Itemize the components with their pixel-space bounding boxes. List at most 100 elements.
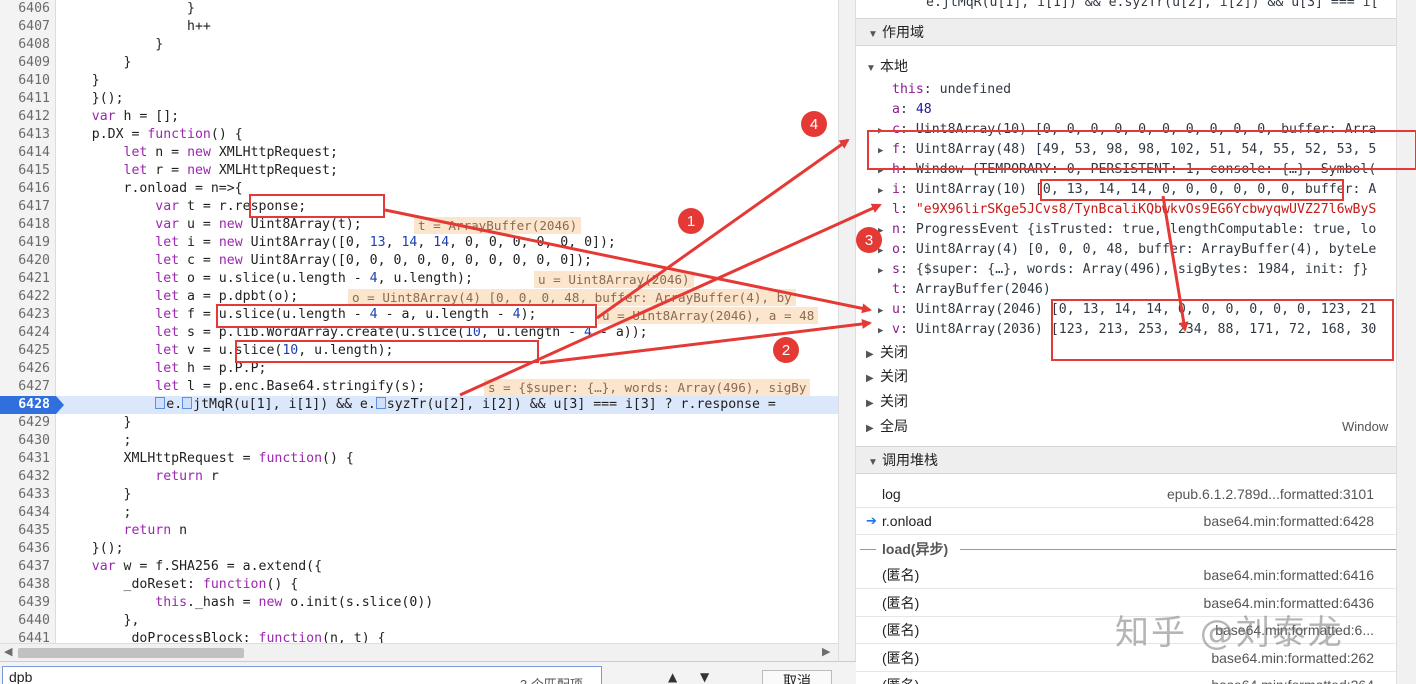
code-line[interactable]: 6417 var t = r.response; (0, 198, 838, 216)
code-line[interactable]: 6422 let a = p.dpbt(o); o = Uint8Array(4)… (0, 288, 838, 306)
code-line[interactable]: 6426 let h = p.P.P; (0, 360, 838, 378)
expand-icon[interactable]: ▶ (878, 141, 892, 160)
scope-property-this[interactable]: this: undefined (856, 80, 1396, 100)
code-line[interactable]: 6425 let v = u.slice(10, u.length); (0, 342, 838, 360)
line-number[interactable]: 6429 (0, 414, 50, 432)
expand-icon[interactable]: ▶ (878, 121, 892, 140)
scope-property-i[interactable]: ▶ i: Uint8Array(10) [0, 13, 14, 14, 0, 0,… (856, 180, 1396, 200)
editor-vertical-scrollbar[interactable] (838, 0, 856, 661)
line-number[interactable]: 6439 (0, 594, 50, 612)
code-line[interactable]: 6423 let f = u.slice(u.length - 4 - a, u… (0, 306, 838, 324)
line-number[interactable]: 6440 (0, 612, 50, 630)
code-line[interactable]: 6412 var h = []; (0, 108, 838, 126)
scope-property-n[interactable]: ▶ n: ProgressEvent {isTrusted: true, leng… (856, 220, 1396, 240)
cancel-button[interactable]: 取消 (762, 670, 832, 684)
code-line[interactable]: 6430 ; (0, 432, 838, 450)
line-number[interactable]: 6419 (0, 234, 50, 252)
code-line[interactable]: 6411 }(); (0, 90, 838, 108)
horizontal-scrollbar[interactable]: ◀ ▶ (0, 643, 838, 661)
line-number[interactable]: 6413 (0, 126, 50, 144)
line-number[interactable]: 6412 (0, 108, 50, 126)
line-number[interactable]: 6415 (0, 162, 50, 180)
scope-property-f[interactable]: ▶ f: Uint8Array(48) [49, 53, 98, 98, 102,… (856, 140, 1396, 160)
scope-property-s[interactable]: ▶ s: {$super: {…}, words: Array(496), sig… (856, 260, 1396, 280)
code-line[interactable]: 6427 let l = p.enc.Base64.stringify(s); s… (0, 378, 838, 396)
code-line[interactable]: 6439 this._hash = new o.init(s.slice(0)) (0, 594, 838, 612)
line-number[interactable]: 6428 (0, 396, 64, 414)
callstack-section-header[interactable]: ▼ 调用堆栈 (856, 446, 1396, 474)
line-number[interactable]: 6423 (0, 306, 50, 324)
line-number[interactable]: 6421 (0, 270, 50, 288)
line-number[interactable]: 6434 (0, 504, 50, 522)
expand-icon[interactable]: ▶ (878, 181, 892, 200)
line-number[interactable]: 6408 (0, 36, 50, 54)
line-number[interactable]: 6407 (0, 18, 50, 36)
scope-property-v[interactable]: ▶ v: Uint8Array(2036) [123, 213, 253, 234… (856, 320, 1396, 340)
scope-property-o[interactable]: ▶ o: Uint8Array(4) [0, 0, 0, 48, buffer: … (856, 240, 1396, 260)
code-line[interactable]: 6406 } (0, 0, 838, 18)
line-number[interactable]: 6436 (0, 540, 50, 558)
expand-icon[interactable]: ▶ (878, 321, 892, 340)
code-line[interactable]: 6438 _doReset: function() { (0, 576, 838, 594)
code-line[interactable]: 6440 }, (0, 612, 838, 630)
code-line[interactable]: 6415 let r = new XMLHttpRequest; (0, 162, 838, 180)
scope-global[interactable]: ▶ 全局 (856, 414, 1396, 438)
code-line[interactable]: 6432 return r (0, 468, 838, 486)
code-line[interactable]: 6436 }(); (0, 540, 838, 558)
line-number[interactable]: 6431 (0, 450, 50, 468)
scope-local[interactable]: ▼ 本地 (856, 54, 1396, 78)
code-line[interactable]: 6434 ; (0, 504, 838, 522)
line-number[interactable]: 6433 (0, 486, 50, 504)
call-stack-frame[interactable]: ➔ r.onload base64.min:formatted:6428 (856, 508, 1396, 535)
line-number[interactable]: 6438 (0, 576, 50, 594)
code-line[interactable]: 6420 let c = new Uint8Array([0, 0, 0, 0,… (0, 252, 838, 270)
search-input[interactable] (2, 666, 602, 684)
scope-closure-1[interactable]: ▶ 关闭 (856, 340, 1396, 364)
sidebar-scrollbar[interactable] (1396, 0, 1416, 684)
scope-property-l[interactable]: l: "e9X96lirSKge5JCvs8/TynBcaliKQbwkvOs9… (856, 200, 1396, 220)
inline-breakpoint-icon[interactable] (375, 397, 386, 409)
frame-location-link[interactable]: base64.min:formatted:264 (1211, 672, 1374, 684)
search-prev-icon[interactable]: ▲ (668, 670, 677, 684)
scope-property-c[interactable]: ▶ c: Uint8Array(10) [0, 0, 0, 0, 0, 0, 0,… (856, 120, 1396, 140)
scroll-left-icon[interactable]: ◀ (4, 645, 12, 658)
code-line[interactable]: 6407 h++ (0, 18, 838, 36)
code-line[interactable]: 6431 XMLHttpRequest = function() { (0, 450, 838, 468)
line-number[interactable]: 6425 (0, 342, 50, 360)
frame-location-link[interactable]: epub.6.1.2.789d...formatted:3101 (1167, 481, 1374, 508)
line-number[interactable]: 6410 (0, 72, 50, 90)
search-next-icon[interactable]: ▼ (700, 670, 709, 684)
scope-closure-3[interactable]: ▶ 关闭 (856, 389, 1396, 413)
scope-property-h[interactable]: ▶ h: Window {TEMPORARY: 0, PERSISTENT: 1,… (856, 160, 1396, 180)
scope-property-a[interactable]: a: 48 (856, 100, 1396, 120)
line-number[interactable]: 6409 (0, 54, 50, 72)
frame-location-link[interactable]: base64.min:formatted:6416 (1204, 562, 1374, 589)
line-number[interactable]: 6441 (0, 630, 50, 643)
scrollbar-thumb[interactable] (18, 648, 244, 658)
line-number[interactable]: 6417 (0, 198, 50, 216)
line-number[interactable]: 6406 (0, 0, 50, 18)
line-number[interactable]: 6420 (0, 252, 50, 270)
line-number[interactable]: 6418 (0, 216, 50, 234)
line-number[interactable]: 6430 (0, 432, 50, 450)
expand-icon[interactable]: ▶ (878, 221, 892, 240)
code-line[interactable]: 6416 r.onload = n=>{ (0, 180, 838, 198)
code-line[interactable]: 6437 var w = f.SHA256 = a.extend({ (0, 558, 838, 576)
code-line[interactable]: 6409 } (0, 54, 838, 72)
line-number[interactable]: 6432 (0, 468, 50, 486)
line-number[interactable]: 6424 (0, 324, 50, 342)
expand-icon[interactable]: ▶ (878, 241, 892, 260)
code-line[interactable]: 6433 } (0, 486, 838, 504)
inline-breakpoint-icon[interactable] (182, 397, 193, 409)
scroll-right-icon[interactable]: ▶ (822, 645, 830, 658)
code-editor[interactable]: 6406 } 6407 h++ 6408 } 6409 } 6410 } 6411 }()… (0, 0, 838, 643)
inline-breakpoint-icon[interactable] (155, 397, 166, 409)
code-line[interactable]: 6410 } (0, 72, 838, 90)
expand-icon[interactable]: ▶ (878, 301, 892, 320)
frame-location-link[interactable]: base64.min:formatted:6428 (1204, 508, 1374, 535)
line-number[interactable]: 6437 (0, 558, 50, 576)
code-line[interactable]: 6414 let n = new XMLHttpRequest; (0, 144, 838, 162)
code-line[interactable]: 6419 let i = new Uint8Array([0, 13, 14, … (0, 234, 838, 252)
code-line[interactable]: 6429 } (0, 414, 838, 432)
code-line[interactable]: 6421 let o = u.slice(u.length - 4, u.len… (0, 270, 838, 288)
